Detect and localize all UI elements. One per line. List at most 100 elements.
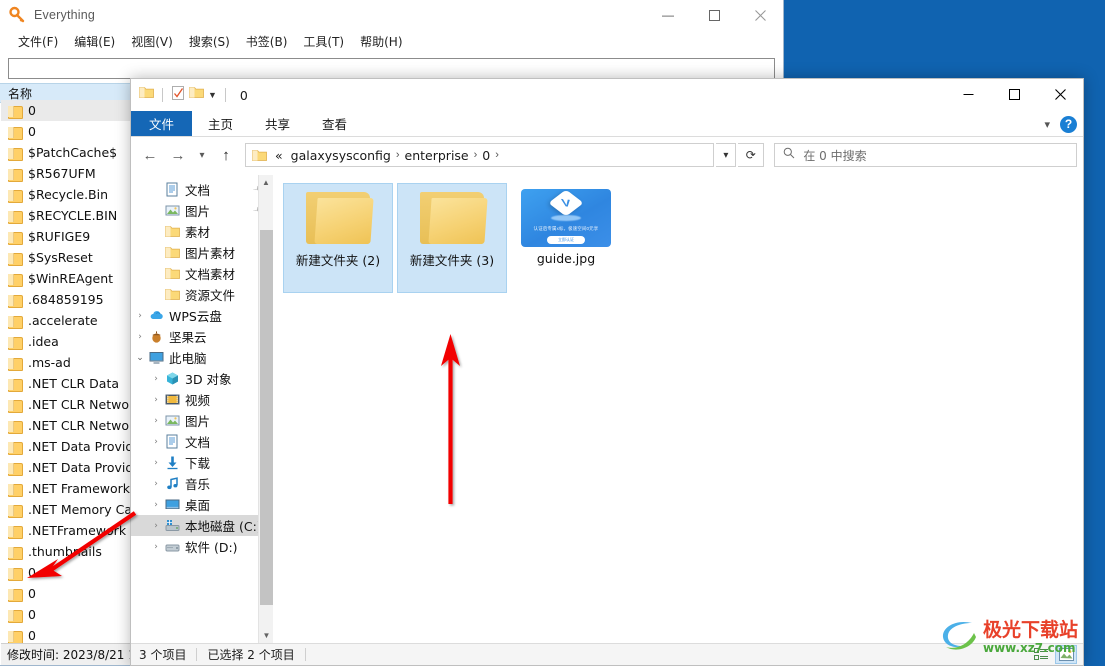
folder-tile[interactable]: 新建文件夹 (2) [283,183,393,293]
nav-pane-item-1[interactable]: 图片📌 [131,200,273,221]
address-dropdown-button[interactable]: ▾ [716,143,737,167]
nav-pane-item-label: 下载 [185,456,211,471]
nav-pane-item-15[interactable]: › 桌面 [131,494,273,515]
folder-icon [8,294,23,308]
nav-pane-item-16[interactable]: › 本地磁盘 (C:) [131,515,273,536]
chevron-down-icon[interactable]: ▾ [1044,118,1050,131]
chevron-right-icon[interactable]: › [149,437,163,447]
folder-icon [8,462,23,476]
everything-row-name: $RUFIGE9 [28,229,91,244]
magnifier-key-icon [8,6,26,24]
explorer-minimize-button[interactable] [945,79,991,109]
chevron-down-icon[interactable]: ▼ [208,90,217,100]
drive-icon [163,539,181,554]
menu-search[interactable]: 搜索(S) [181,31,238,52]
everything-search-input[interactable] [8,58,775,79]
menu-edit[interactable]: 编辑(E) [66,31,123,52]
chevron-right-icon[interactable]: › [133,332,147,342]
folder-icon [8,336,23,350]
refresh-icon[interactable]: ⟳ [738,143,765,167]
nav-pane-item-10[interactable]: › 视频 [131,389,273,410]
nav-pane-item-11[interactable]: › 图片 [131,410,273,431]
navigation-pane[interactable]: 文档📌图片📌 素材图片素材文档素材资源文件 › WPS云盘 › 坚果云 ⌄ 此电脑 › 3D 对象… [131,175,273,643]
tab-home[interactable]: 主页 [192,111,249,136]
navigation-pane-scrollbar[interactable]: ▲ ▼ [258,175,273,643]
everything-titlebar[interactable]: Everything — [0,0,783,30]
nav-pane-item-3[interactable]: 图片素材 [131,242,273,263]
everything-minimize-button[interactable]: — [645,0,691,30]
folder-icon [8,567,23,581]
chevron-right-icon[interactable]: › [149,416,163,426]
folder-icon [8,546,23,560]
breadcrumb-item-enterprise[interactable]: enterprise [401,147,473,164]
help-icon[interactable]: ? [1060,115,1077,133]
watermark-text: 极光下载站 www.xz7.com [983,620,1078,654]
chevron-down-icon[interactable]: ⌄ [133,353,147,363]
explorer-titlebar[interactable]: ▼ 0 [131,79,1083,111]
image-thumbnail: V 认证后专属x标，极速空间0元享 立即认证 [521,189,611,247]
chevron-right-icon[interactable]: › [149,458,163,468]
chevron-right-icon[interactable]: › [149,500,163,510]
everything-maximize-button[interactable] [691,0,737,30]
chevron-right-icon[interactable]: › [133,311,147,321]
nav-pane-item-4[interactable]: 文档素材 [131,263,273,284]
menu-help[interactable]: 帮助(H) [352,31,410,52]
nav-pane-item-0[interactable]: 文档📌 [131,179,273,200]
explorer-close-button[interactable] [1037,79,1083,109]
chevron-right-icon[interactable]: › [149,521,163,531]
everything-status-text: 修改时间: 2023/8/21 14: [7,648,148,662]
breadcrumb-item-galaxysysconfig[interactable]: galaxysysconfig [287,147,395,164]
everything-close-button[interactable] [737,0,783,30]
downloads-icon [163,455,181,470]
tab-file[interactable]: 文件 [131,111,193,136]
everything-row-name: .ms-ad [28,355,71,370]
chevron-right-icon[interactable]: › [149,374,163,384]
new-folder-icon[interactable] [189,86,204,104]
desktop-icon [163,497,181,512]
search-input[interactable]: 在 0 中搜索 [774,143,1077,167]
everything-row-name: .NET Framework [28,481,131,496]
properties-checkmark-icon[interactable] [171,85,185,105]
pictures-icon [163,413,181,428]
tab-share[interactable]: 共享 [249,111,306,136]
menu-bookmark[interactable]: 书签(B) [238,31,296,52]
folder-tile[interactable]: 新建文件夹 (3) [397,183,507,293]
breadcrumb[interactable]: « galaxysysconfig › enterprise › 0 › [245,143,715,167]
breadcrumb-overflow[interactable]: « [271,147,287,164]
nav-pane-item-12[interactable]: › 文档 [131,431,273,452]
scrollbar-thumb[interactable] [260,230,273,605]
nav-pane-item-2[interactable]: 素材 [131,221,273,242]
chevron-right-icon[interactable]: › [149,395,163,405]
nav-pane-item-5[interactable]: 资源文件 [131,284,273,305]
everything-row-name: 0 [28,565,36,580]
file-tile[interactable]: V 认证后专属x标，极速空间0元享 立即认证 guide.jpg [511,183,621,293]
menu-view[interactable]: 视图(V) [123,31,181,52]
nav-pane-item-13[interactable]: › 下载 [131,452,273,473]
chevron-right-icon[interactable]: › [149,479,163,489]
tab-view[interactable]: 查看 [306,111,363,136]
scroll-down-icon[interactable]: ▼ [259,628,273,643]
chevron-down-icon[interactable]: ▾ [193,142,211,168]
nav-pane-item-label: 坚果云 [169,330,207,345]
folder-icon[interactable] [139,86,154,104]
nav-pane-item-7[interactable]: › 坚果云 [131,326,273,347]
arrow-up-icon[interactable]: ↑ [213,142,239,168]
explorer-maximize-button[interactable] [991,79,1037,109]
scroll-up-icon[interactable]: ▲ [259,175,273,190]
menu-file[interactable]: 文件(F) [10,31,66,52]
nav-pane-item-label: 此电脑 [169,351,207,366]
folder-icon [8,399,23,413]
nav-pane-item-8[interactable]: ⌄ 此电脑 [131,347,273,368]
nav-pane-item-14[interactable]: › 音乐 [131,473,273,494]
documents-icon [163,434,181,449]
file-content-area[interactable]: 新建文件夹 (2) 新建文件夹 (3) V 认证后专属x标，极速空间0元享 立即认证 gu… [273,175,1083,643]
breadcrumb-item-0[interactable]: 0 [478,147,494,164]
nav-pane-item-6[interactable]: › WPS云盘 [131,305,273,326]
nav-pane-item-17[interactable]: › 软件 (D:) [131,536,273,557]
menu-tools[interactable]: 工具(T) [295,31,352,52]
nav-pane-item-9[interactable]: › 3D 对象 [131,368,273,389]
arrow-left-icon[interactable]: ← [137,142,163,168]
chevron-right-icon[interactable]: › [149,542,163,552]
folder-icon [8,189,23,203]
arrow-right-icon[interactable]: → [165,142,191,168]
